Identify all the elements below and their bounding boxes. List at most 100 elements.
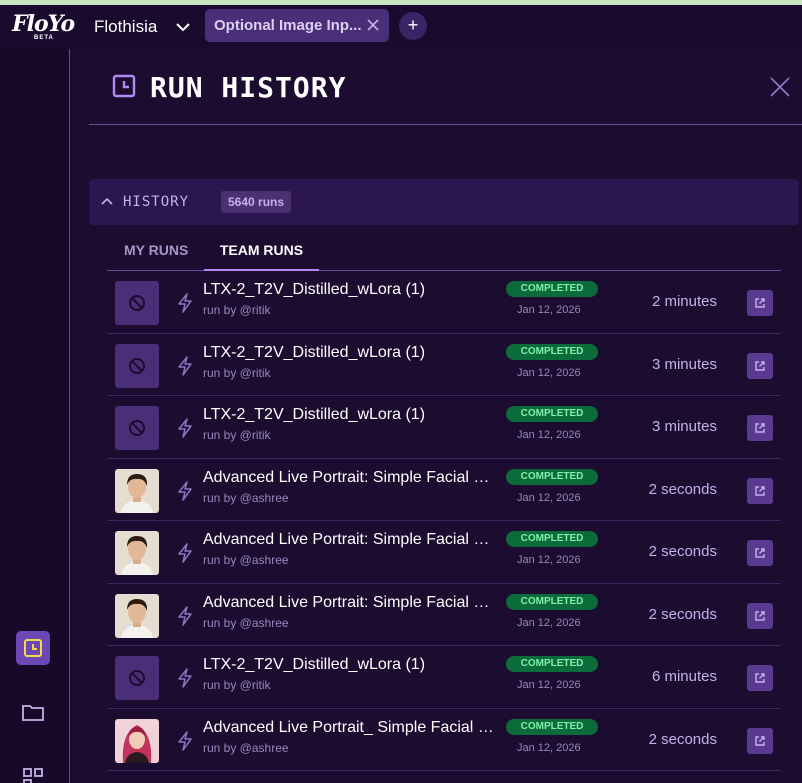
bolt-icon	[178, 355, 192, 376]
bolt-icon	[178, 480, 192, 501]
history-count-badge: 5640 runs	[221, 191, 292, 213]
workflow-icon	[23, 768, 43, 783]
blocked-icon	[129, 420, 145, 436]
run-thumbnail	[115, 281, 159, 325]
close-icon[interactable]	[367, 19, 379, 31]
run-thumbnail	[115, 531, 159, 575]
floyo-logo[interactable]: FloYo BETA	[12, 11, 75, 47]
tab-team-runs[interactable]: TEAM RUNS	[204, 231, 319, 271]
bolt-icon	[178, 668, 192, 688]
clock-icon	[112, 74, 136, 98]
run-row[interactable]: LTX-2_T2V_Distilled_wLora (1) run by @ri…	[107, 271, 781, 334]
open-run-button[interactable]	[747, 665, 773, 691]
open-run-button[interactable]	[747, 540, 773, 566]
clock-icon	[24, 639, 42, 657]
run-row[interactable]: LTX-2_T2V_Distilled_wLora (1) run by @ri…	[107, 396, 781, 459]
runs-tabs: MY RUNS TEAM RUNS	[107, 231, 781, 271]
run-duration: 2 seconds	[648, 543, 717, 560]
run-duration: 3 minutes	[651, 355, 717, 373]
tab-optional-image-input[interactable]: Optional Image Inp...	[205, 9, 389, 42]
sidebar-item-history[interactable]	[16, 631, 50, 665]
run-row[interactable]: LTX-2_T2V_Distilled_wLora (1) run by @ri…	[107, 334, 781, 396]
sidebar-item-workflows[interactable]	[16, 761, 50, 783]
run-row[interactable]: Advanced Live Portrait: Simple Facial Ex…	[107, 584, 781, 646]
run-title: LTX-2_T2V_Distilled_wLora (1)	[203, 343, 426, 361]
add-tab-button[interactable]: +	[399, 12, 427, 40]
status-badge: COMPLETED	[506, 593, 598, 610]
run-title: LTX-2_T2V_Distilled_wLora (1)	[203, 406, 426, 423]
open-run-button[interactable]	[747, 477, 773, 504]
run-title: Advanced Live Portrait: Simple Facial Ex…	[203, 531, 495, 548]
run-date: Jan 12, 2026	[517, 616, 581, 629]
run-duration: 2 seconds	[648, 605, 717, 623]
open-external-icon	[755, 360, 765, 371]
run-row[interactable]: Advanced Live Portrait: Simple Facial Ex…	[107, 459, 781, 521]
project-name[interactable]: Flothisia	[94, 17, 157, 37]
run-history-panel: RUN HISTORY HISTORY 5640 runs MY RUNS TE…	[71, 49, 802, 783]
run-date: Jan 12, 2026	[517, 304, 581, 316]
run-duration: 6 minutes	[651, 668, 717, 685]
history-label: HISTORY	[123, 194, 190, 210]
run-duration: 2 minutes	[651, 293, 717, 310]
run-author: run by @ashree	[203, 553, 289, 567]
run-author: run by @ashree	[203, 490, 289, 505]
bolt-icon	[178, 605, 192, 626]
top-bar: FloYo BETA Flothisia Optional Image Inp.…	[0, 5, 802, 49]
run-date: Jan 12, 2026	[517, 554, 581, 566]
run-date: Jan 12, 2026	[517, 679, 581, 691]
run-author: run by @ashree	[203, 615, 289, 630]
open-external-icon	[755, 673, 765, 683]
bolt-icon	[178, 293, 192, 313]
run-duration: 2 seconds	[648, 730, 717, 748]
left-sidebar	[0, 49, 70, 783]
run-thumbnail	[115, 718, 159, 763]
run-date: Jan 12, 2026	[517, 741, 581, 754]
bolt-icon	[178, 730, 192, 751]
blocked-icon	[129, 670, 145, 686]
run-author: run by @ritik	[203, 365, 271, 380]
run-title: LTX-2_T2V_Distilled_wLora (1)	[203, 281, 426, 298]
run-row[interactable]: Advanced Live Portrait_ Simple Facial Ex…	[107, 709, 781, 771]
open-external-icon	[755, 485, 765, 496]
run-row[interactable]: Advanced Live Portrait: Simple Facial Ex…	[107, 521, 781, 584]
panel-header: RUN HISTORY	[89, 49, 802, 125]
run-thumbnail	[115, 343, 159, 388]
chevron-down-icon[interactable]	[175, 20, 191, 34]
open-run-button[interactable]	[747, 415, 773, 441]
status-badge: COMPLETED	[506, 343, 598, 360]
run-title: LTX-2_T2V_Distilled_wLora (1)	[203, 656, 426, 673]
blocked-icon	[129, 295, 145, 311]
open-run-button[interactable]	[747, 727, 773, 754]
run-author: run by @ashree	[203, 740, 289, 755]
portrait-image	[115, 531, 159, 575]
bolt-icon	[178, 418, 192, 438]
open-external-icon	[755, 423, 765, 433]
run-thumbnail	[115, 593, 159, 638]
status-badge: COMPLETED	[506, 718, 598, 735]
run-thumbnail	[115, 406, 159, 450]
blocked-icon	[129, 357, 145, 374]
sidebar-item-files[interactable]	[16, 695, 50, 729]
bolt-icon	[178, 543, 192, 563]
history-section-header[interactable]: HISTORY 5640 runs	[89, 179, 799, 225]
tab-my-runs[interactable]: MY RUNS	[124, 231, 188, 271]
status-badge: COMPLETED	[506, 656, 598, 672]
run-author: run by @ritik	[203, 678, 271, 692]
tab-label: Optional Image Inp...	[214, 17, 362, 34]
open-run-button[interactable]	[747, 602, 773, 629]
open-run-button[interactable]	[747, 290, 773, 316]
open-external-icon	[755, 735, 765, 746]
close-icon[interactable]	[770, 77, 790, 97]
run-title: Advanced Live Portrait: Simple Facial Ex…	[203, 468, 495, 486]
run-date: Jan 12, 2026	[517, 491, 581, 504]
status-badge: COMPLETED	[506, 468, 598, 485]
open-run-button[interactable]	[747, 352, 773, 379]
portrait-image	[115, 718, 159, 763]
run-title: Advanced Live Portrait: Simple Facial Ex…	[203, 593, 495, 611]
portrait-image	[115, 468, 159, 513]
run-title: Advanced Live Portrait_ Simple Facial Ex…	[203, 718, 495, 736]
run-duration: 3 minutes	[651, 418, 717, 435]
run-row[interactable]: LTX-2_T2V_Distilled_wLora (1) run by @ri…	[107, 646, 781, 709]
open-external-icon	[755, 298, 765, 308]
run-thumbnail	[115, 468, 159, 513]
